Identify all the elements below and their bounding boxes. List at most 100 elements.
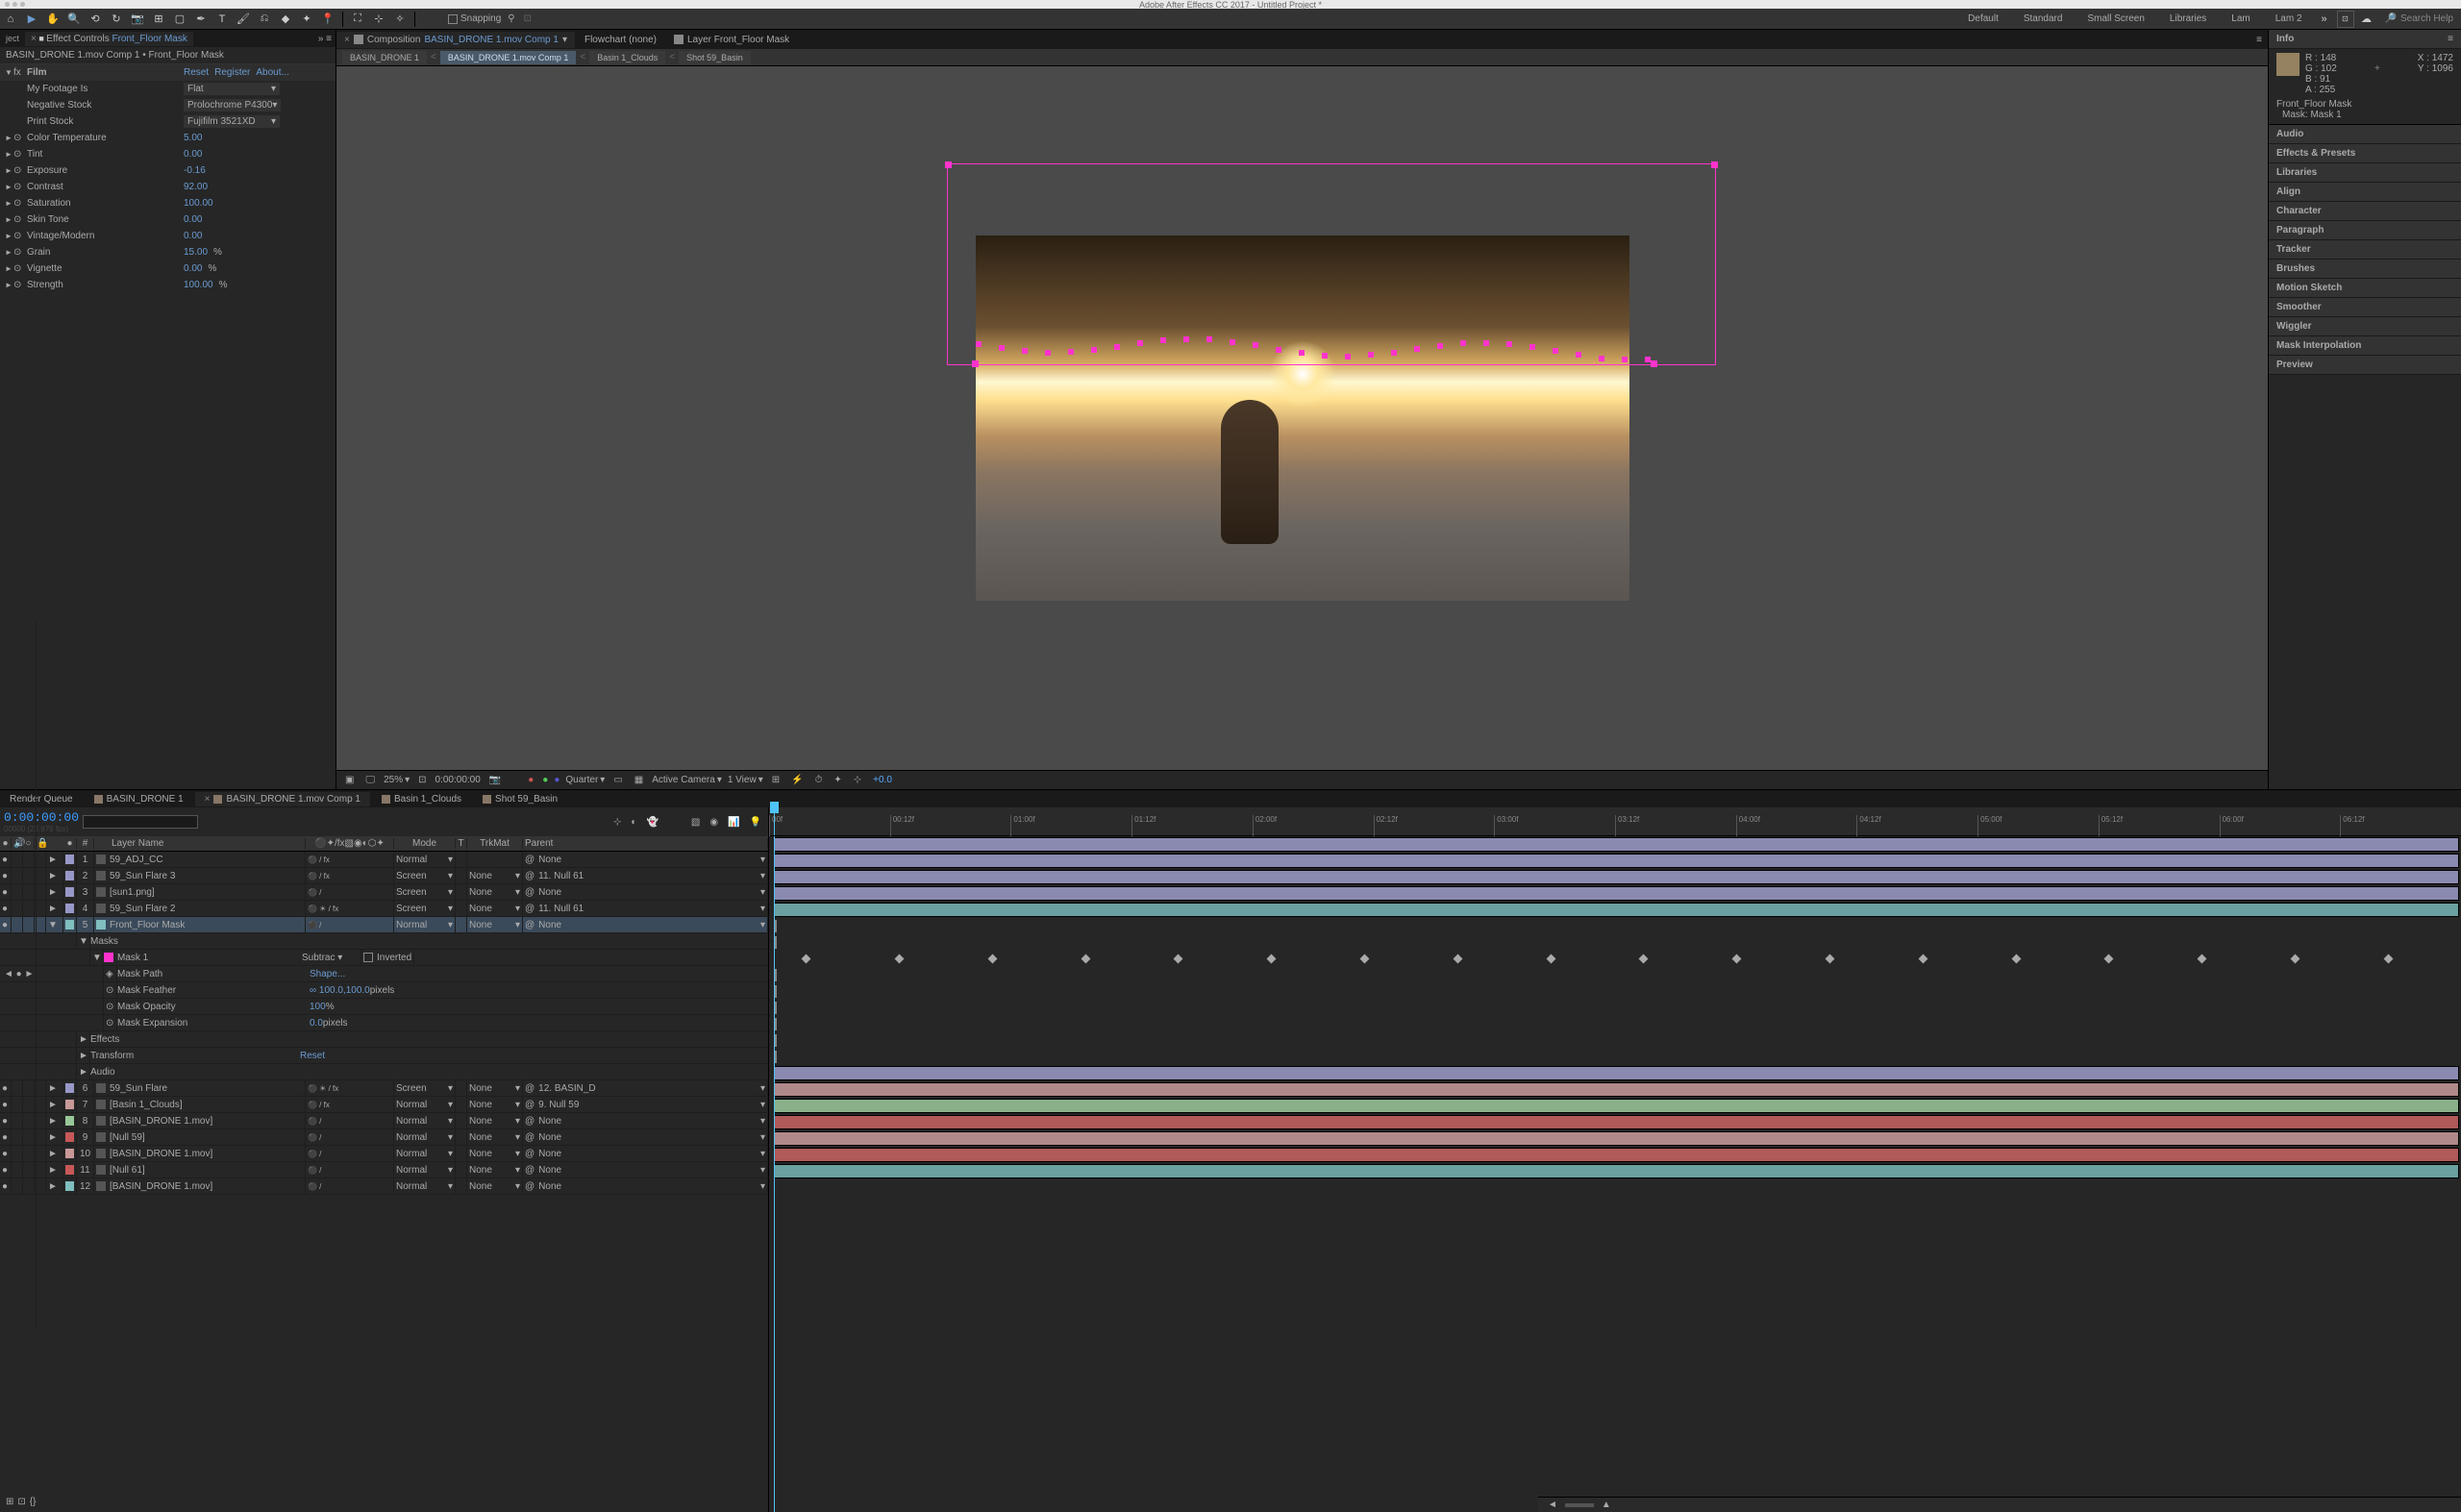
- panel-header-preview[interactable]: Preview: [2269, 356, 2461, 375]
- fast-preview-icon[interactable]: ⚡: [788, 775, 806, 785]
- mask-path[interactable]: [976, 327, 1629, 365]
- mask-vertex[interactable]: [1391, 350, 1397, 356]
- pickwhip-icon[interactable]: @: [525, 1100, 534, 1110]
- stopwatch-icon[interactable]: ⊙: [104, 982, 117, 998]
- effect-controls-tab[interactable]: × ■ Effect Controls Front_Floor Mask: [25, 32, 193, 46]
- twirl-icon[interactable]: ►: [4, 215, 13, 224]
- orbit-tool-icon[interactable]: ⟲: [87, 11, 104, 28]
- twirl-icon[interactable]: ►: [46, 1080, 63, 1096]
- mode-dropdown[interactable]: Screen ▾: [394, 884, 456, 900]
- twirl-icon[interactable]: ►: [46, 1113, 63, 1128]
- keyframe-icon[interactable]: [1546, 954, 1555, 964]
- panel-overflow-icon[interactable]: » ≡: [318, 34, 336, 44]
- mask-vertex[interactable]: [1160, 337, 1166, 343]
- exposure-display[interactable]: +0.0: [870, 775, 895, 785]
- layer-name[interactable]: [BASIN_DRONE 1.mov]: [94, 1113, 306, 1128]
- label-color[interactable]: [65, 1132, 74, 1142]
- parent-dropdown[interactable]: @ None ▾: [523, 1129, 768, 1145]
- flow-item[interactable]: BASIN_DRONE 1: [342, 51, 427, 64]
- snapping-toggle[interactable]: Snapping⚲⊡: [448, 13, 532, 24]
- twirl-icon[interactable]: ►: [4, 232, 13, 240]
- stopwatch-icon[interactable]: ⊙: [13, 133, 25, 143]
- stopwatch-icon[interactable]: ⊙: [13, 198, 25, 209]
- toggle-switches-icon[interactable]: ⊞: [6, 1497, 13, 1510]
- mask-vertex[interactable]: [1137, 340, 1143, 346]
- twirl-icon[interactable]: ►: [4, 134, 13, 142]
- keyframe-icon[interactable]: [987, 954, 997, 964]
- time-display[interactable]: 0:00:00:00: [435, 775, 481, 785]
- time-navigator[interactable]: ◄ ▲: [1538, 1497, 2461, 1512]
- camera-tool-icon[interactable]: 📷: [129, 11, 146, 28]
- channel-icon[interactable]: ●: [525, 775, 536, 785]
- pickwhip-icon[interactable]: @: [525, 904, 534, 914]
- layer-duration-bar[interactable]: [774, 1066, 2459, 1080]
- twirl-icon[interactable]: ►: [46, 884, 63, 900]
- timeline-search-input[interactable]: [83, 815, 198, 829]
- panel-header-brushes[interactable]: Brushes: [2269, 260, 2461, 279]
- parent-dropdown[interactable]: @ 12. BASIN_D ▾: [523, 1080, 768, 1096]
- parent-col[interactable]: Parent: [523, 838, 768, 849]
- frame-blend-icon[interactable]: ▧: [688, 817, 703, 828]
- pickwhip-icon[interactable]: @: [525, 1165, 534, 1176]
- fx-enable-icon[interactable]: fx: [13, 67, 25, 78]
- flow-item[interactable]: Basin 1_Clouds: [589, 51, 665, 64]
- workspace-default[interactable]: Default: [1956, 11, 2010, 27]
- transparency-icon[interactable]: ▦: [632, 775, 646, 785]
- keyframe-icon[interactable]: [895, 954, 905, 964]
- prop-value[interactable]: 0.00: [184, 231, 202, 241]
- twirl-icon[interactable]: ►: [4, 281, 13, 289]
- mask-vertex[interactable]: [1368, 352, 1374, 358]
- views-dropdown[interactable]: 1 View ▾: [728, 775, 763, 785]
- layer-switches[interactable]: ⚫ /: [306, 1129, 394, 1145]
- layer-duration-bar[interactable]: [774, 1082, 2459, 1097]
- keyframe-nav[interactable]: ◄ ● ►: [2, 852, 37, 1326]
- prop-value[interactable]: 0.00: [184, 214, 202, 225]
- cc-monitor-icon[interactable]: 🖵: [362, 775, 378, 785]
- keyframe-icon[interactable]: [2198, 954, 2207, 964]
- parent-dropdown[interactable]: @ None ▾: [523, 852, 768, 867]
- mask-vertex[interactable]: [1576, 352, 1581, 358]
- graph-editor-icon[interactable]: 📊: [725, 817, 742, 828]
- layer-sub-row[interactable]: ⊙Mask Opacity100%: [0, 999, 768, 1015]
- workspace-lam-2[interactable]: Lam 2: [2264, 11, 2314, 27]
- prop-value[interactable]: 0.00: [184, 149, 202, 160]
- reset-link[interactable]: Reset: [300, 1051, 325, 1061]
- layer-duration-bar[interactable]: [774, 1164, 2459, 1178]
- layer-row[interactable]: ● ► 4 59_Sun Flare 2 ⚫ ☀ / fx Screen ▾ N…: [0, 901, 768, 917]
- layer-sub-row[interactable]: ⊙Mask Feather∞ 100.0,100.0 pixels: [0, 982, 768, 999]
- mask-handle-tl[interactable]: [945, 161, 952, 168]
- mode-dropdown[interactable]: Normal ▾: [394, 1146, 456, 1161]
- comp-tab[interactable]: × Composition BASIN_DRONE 1.mov Comp 1 ▾: [336, 32, 575, 48]
- pixel-ar-icon[interactable]: ⊞: [769, 775, 783, 785]
- twirl-icon[interactable]: ►: [4, 264, 13, 273]
- mask-vertex[interactable]: [1345, 354, 1351, 359]
- prop-value[interactable]: 5.00: [184, 133, 202, 143]
- always-preview-icon[interactable]: ▣: [342, 775, 357, 785]
- panel-header-mask-interpolation[interactable]: Mask Interpolation: [2269, 336, 2461, 356]
- mask-prop-value[interactable]: 0.0: [310, 1018, 323, 1029]
- panel-header-smoother[interactable]: Smoother: [2269, 298, 2461, 317]
- zoom-tool-icon[interactable]: 🔍: [65, 11, 83, 28]
- layer-switches[interactable]: ⚫ / fx: [306, 868, 394, 883]
- twirl-icon[interactable]: ►: [77, 1031, 90, 1047]
- trkmat-dropdown[interactable]: None ▾: [467, 901, 523, 916]
- 3d-view-dropdown[interactable]: Active Camera ▾: [652, 775, 722, 785]
- mode-dropdown[interactable]: Normal ▾: [394, 852, 456, 867]
- mask-vertex[interactable]: [1622, 357, 1628, 362]
- puppet-tool-icon[interactable]: 📍: [319, 11, 336, 28]
- trkmat-col[interactable]: TrkMat: [467, 838, 523, 849]
- hide-shy-icon[interactable]: 👻: [643, 817, 660, 828]
- mask-vertex[interactable]: [1599, 356, 1604, 361]
- stopwatch-icon[interactable]: ⊙: [13, 280, 25, 290]
- mask-prop-value[interactable]: Shape...: [310, 969, 345, 979]
- rotate-tool-icon[interactable]: ↻: [108, 11, 125, 28]
- stopwatch-icon[interactable]: ⊙: [13, 182, 25, 192]
- comp-tab[interactable]: Layer Front_Floor Mask: [666, 32, 797, 48]
- panel-header-align[interactable]: Align: [2269, 183, 2461, 202]
- label-color[interactable]: [65, 871, 74, 880]
- layer-switches[interactable]: ⚫ ☀ / fx: [306, 1080, 394, 1096]
- parent-dropdown[interactable]: @ None ▾: [523, 1113, 768, 1128]
- nav-end-icon[interactable]: ▲: [1602, 1500, 1611, 1510]
- stopwatch-icon[interactable]: ⊙: [13, 263, 25, 274]
- draft3d-icon[interactable]: ◐: [628, 817, 639, 828]
